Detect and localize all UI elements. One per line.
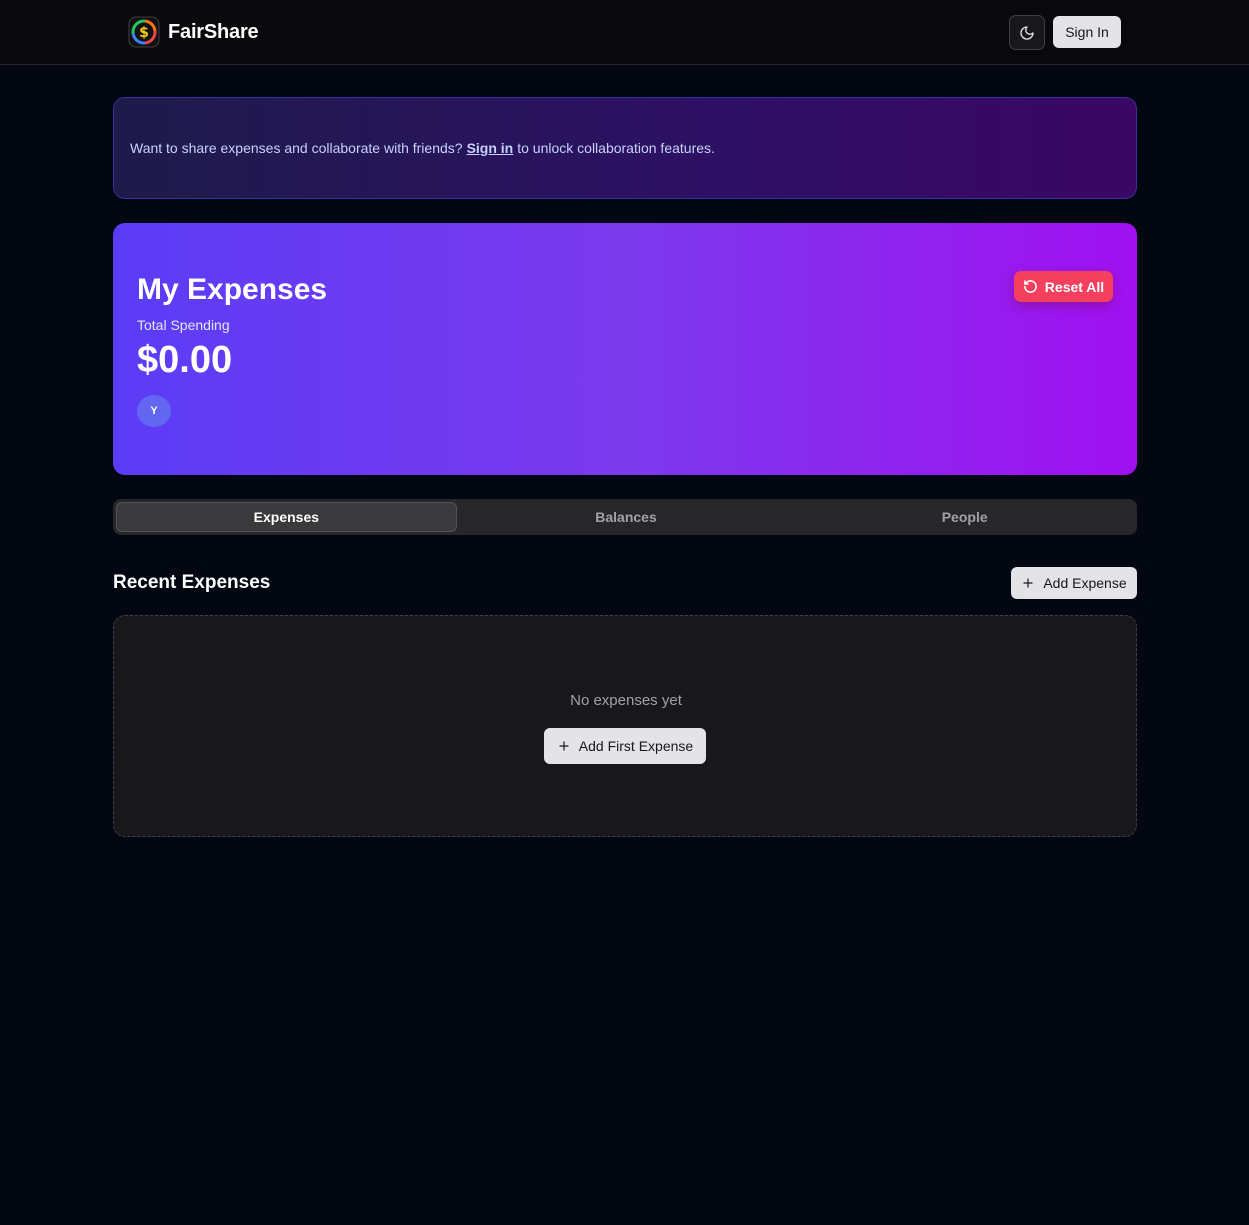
expenses-summary-card: My Expenses Total Spending $0.00 Y Reset… (113, 223, 1137, 475)
avatar: Y (137, 395, 171, 427)
brand-name: FairShare (168, 20, 259, 43)
section-title: Recent Expenses (113, 572, 271, 593)
add-first-expense-label: Add First Expense (578, 738, 694, 754)
add-expense-label: Add Expense (1043, 575, 1127, 591)
reset-all-button[interactable]: Reset All (1014, 271, 1113, 302)
tab-expenses[interactable]: Expenses (116, 502, 457, 532)
banner-sign-in-link[interactable]: Sign in (467, 140, 514, 156)
total-spending-label: Total Spending (137, 317, 230, 333)
reset-all-label: Reset All (1044, 278, 1105, 295)
theme-toggle-button[interactable] (1009, 15, 1045, 50)
svg-text:$: $ (139, 25, 149, 41)
tab-list: Expenses Balances People (113, 499, 1137, 535)
banner-text-before: Want to share expenses and collaborate w… (130, 140, 463, 156)
brand[interactable]: $ FairShare (128, 16, 259, 48)
plus-icon (1021, 576, 1035, 590)
collaboration-banner: Want to share expenses and collaborate w… (113, 97, 1137, 199)
tab-balances[interactable]: Balances (457, 502, 796, 532)
sign-in-button[interactable]: Sign In (1053, 16, 1121, 48)
banner-text-after: to unlock collaboration features. (517, 140, 715, 156)
plus-icon (557, 739, 571, 753)
add-first-expense-button[interactable]: Add First Expense (544, 728, 706, 764)
top-navbar: $ FairShare Sign In (0, 0, 1249, 65)
tab-people[interactable]: People (795, 502, 1134, 532)
total-spending-amount: $0.00 (137, 339, 233, 381)
empty-state: No expenses yet Add First Expense (113, 615, 1137, 837)
empty-state-text: No expenses yet (570, 692, 682, 709)
dollar-cycle-icon: $ (128, 16, 160, 48)
page-title: My Expenses (137, 273, 328, 306)
moon-icon (1019, 25, 1035, 41)
add-expense-button[interactable]: Add Expense (1011, 567, 1137, 599)
rotate-ccw-icon (1023, 279, 1038, 294)
